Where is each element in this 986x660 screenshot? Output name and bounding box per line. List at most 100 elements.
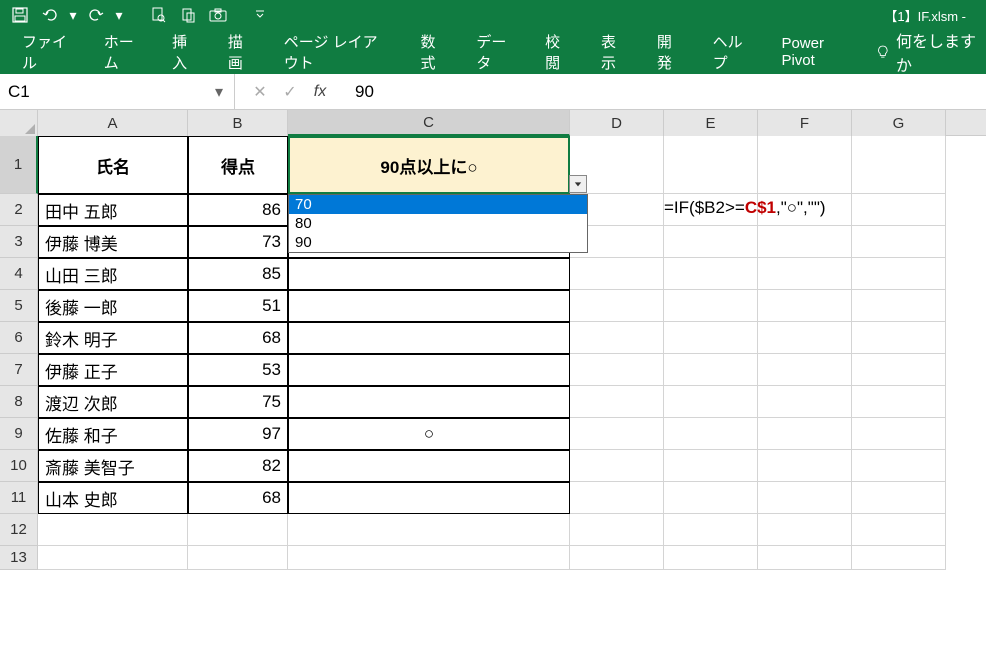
- cell-name-3[interactable]: 伊藤 博美: [38, 226, 188, 258]
- row-header-10[interactable]: 10: [0, 450, 38, 482]
- cell-F1[interactable]: [758, 136, 852, 194]
- cell-F5[interactable]: [758, 290, 852, 322]
- tab-draw[interactable]: 描画: [214, 25, 268, 79]
- cell-F13[interactable]: [758, 546, 852, 570]
- row-header-6[interactable]: 6: [0, 322, 38, 354]
- dropdown-option-90[interactable]: 90: [289, 233, 587, 252]
- row-header-3[interactable]: 3: [0, 226, 38, 258]
- cell-name-5[interactable]: 後藤 一郎: [38, 290, 188, 322]
- undo-icon[interactable]: [38, 3, 62, 27]
- cell-mark-5[interactable]: [288, 290, 570, 322]
- tab-view[interactable]: 表示: [587, 25, 641, 79]
- cell-F12[interactable]: [758, 514, 852, 546]
- cell-score-9[interactable]: 97: [188, 418, 288, 450]
- cell-E7[interactable]: [664, 354, 758, 386]
- cell-G8[interactable]: [852, 386, 946, 418]
- cell-mark-7[interactable]: [288, 354, 570, 386]
- cell-G2[interactable]: [852, 194, 946, 226]
- header-name[interactable]: 氏名: [38, 136, 188, 194]
- cell-E6[interactable]: [664, 322, 758, 354]
- cell-name-6[interactable]: 鈴木 明子: [38, 322, 188, 354]
- cell-G11[interactable]: [852, 482, 946, 514]
- cell-score-3[interactable]: 73: [188, 226, 288, 258]
- column-header-G[interactable]: G: [852, 110, 946, 136]
- row-header-5[interactable]: 5: [0, 290, 38, 322]
- cell-D9[interactable]: [570, 418, 664, 450]
- paste-icon[interactable]: [176, 3, 200, 27]
- undo-dropdown-icon[interactable]: ▾: [68, 3, 78, 27]
- cell-G10[interactable]: [852, 450, 946, 482]
- cell-A12[interactable]: [38, 514, 188, 546]
- cell-F10[interactable]: [758, 450, 852, 482]
- cell-B12[interactable]: [188, 514, 288, 546]
- cell-D13[interactable]: [570, 546, 664, 570]
- cell-F11[interactable]: [758, 482, 852, 514]
- cell-E4[interactable]: [664, 258, 758, 290]
- cell-D12[interactable]: [570, 514, 664, 546]
- cancel-icon[interactable]: ✕: [249, 82, 271, 102]
- cell-D11[interactable]: [570, 482, 664, 514]
- cell-D4[interactable]: [570, 258, 664, 290]
- enter-icon[interactable]: ✓: [279, 82, 301, 102]
- cell-D5[interactable]: [570, 290, 664, 322]
- cell-mark-8[interactable]: [288, 386, 570, 418]
- cell-G1[interactable]: [852, 136, 946, 194]
- cell-formula-e2[interactable]: =IF($B2>=C$1,"○",""): [664, 198, 826, 218]
- header-mark-active-cell[interactable]: 90点以上に○: [288, 136, 570, 194]
- cell-F8[interactable]: [758, 386, 852, 418]
- tab-insert[interactable]: 挿入: [158, 25, 212, 79]
- cell-D8[interactable]: [570, 386, 664, 418]
- cell-G5[interactable]: [852, 290, 946, 322]
- cell-F4[interactable]: [758, 258, 852, 290]
- redo-dropdown-icon[interactable]: ▾: [114, 3, 124, 27]
- cell-E8[interactable]: [664, 386, 758, 418]
- cell-G13[interactable]: [852, 546, 946, 570]
- cell-score-5[interactable]: 51: [188, 290, 288, 322]
- cell-D10[interactable]: [570, 450, 664, 482]
- column-header-F[interactable]: F: [758, 110, 852, 136]
- cell-mark-9[interactable]: ○: [288, 418, 570, 450]
- tab-help[interactable]: ヘルプ: [699, 25, 766, 79]
- row-header-12[interactable]: 12: [0, 514, 38, 546]
- cell-E1[interactable]: [664, 136, 758, 194]
- cell-F7[interactable]: [758, 354, 852, 386]
- print-preview-icon[interactable]: [146, 3, 170, 27]
- cell-name-11[interactable]: 山本 史郎: [38, 482, 188, 514]
- cell-name-8[interactable]: 渡辺 次郎: [38, 386, 188, 418]
- cell-score-10[interactable]: 82: [188, 450, 288, 482]
- save-icon[interactable]: [8, 3, 32, 27]
- column-header-A[interactable]: A: [38, 110, 188, 136]
- column-header-C[interactable]: C: [288, 110, 570, 136]
- cell-C12[interactable]: [288, 514, 570, 546]
- row-header-8[interactable]: 8: [0, 386, 38, 418]
- cell-B13[interactable]: [188, 546, 288, 570]
- cell-E13[interactable]: [664, 546, 758, 570]
- cell-name-4[interactable]: 山田 三郎: [38, 258, 188, 290]
- cell-D7[interactable]: [570, 354, 664, 386]
- row-header-2[interactable]: 2: [0, 194, 38, 226]
- tab-powerpivot[interactable]: Power Pivot: [767, 29, 864, 75]
- cell-F9[interactable]: [758, 418, 852, 450]
- column-header-B[interactable]: B: [188, 110, 288, 136]
- cell-G7[interactable]: [852, 354, 946, 386]
- dropdown-option-80[interactable]: 80: [289, 214, 587, 233]
- tab-home[interactable]: ホーム: [90, 25, 156, 79]
- column-header-E[interactable]: E: [664, 110, 758, 136]
- cell-mark-11[interactable]: [288, 482, 570, 514]
- select-all-corner[interactable]: [0, 110, 38, 136]
- row-header-9[interactable]: 9: [0, 418, 38, 450]
- header-score[interactable]: 得点: [188, 136, 288, 194]
- cell-G3[interactable]: [852, 226, 946, 258]
- cell-E10[interactable]: [664, 450, 758, 482]
- tell-me-search[interactable]: 何をしますか: [876, 28, 978, 76]
- dropdown-option-70[interactable]: 70: [289, 195, 587, 214]
- cell-score-4[interactable]: 85: [188, 258, 288, 290]
- cell-E12[interactable]: [664, 514, 758, 546]
- cell-E3[interactable]: [664, 226, 758, 258]
- cell-mark-10[interactable]: [288, 450, 570, 482]
- cell-name-2[interactable]: 田中 五郎: [38, 194, 188, 226]
- cell-G6[interactable]: [852, 322, 946, 354]
- fx-icon[interactable]: fx: [309, 83, 331, 101]
- cell-name-9[interactable]: 佐藤 和子: [38, 418, 188, 450]
- data-validation-list[interactable]: 708090: [288, 194, 588, 253]
